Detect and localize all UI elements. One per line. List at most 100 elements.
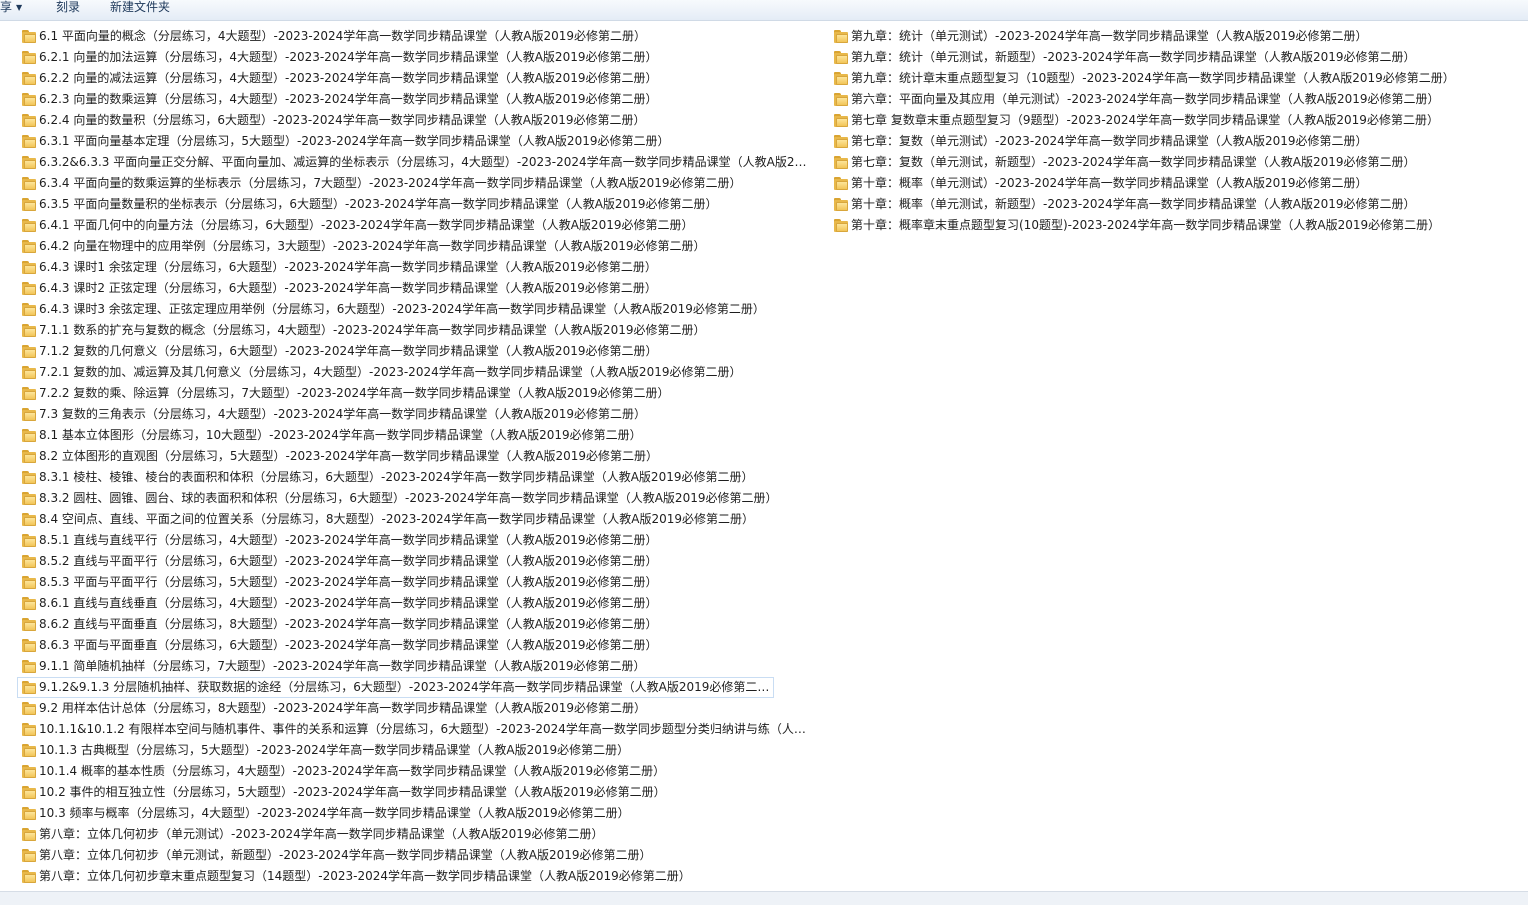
folder-item[interactable]: 第十章：概率（单元测试，新题型）-2023-2024学年高一数学同步精品课堂（人… [829, 194, 1489, 215]
folder-item[interactable]: 8.6.2 直线与平面垂直（分层练习，8大题型）-2023-2024学年高一数学… [17, 614, 812, 635]
folder-icon [834, 93, 848, 106]
folder-name: 8.5.2 直线与平面平行（分层练习，6大题型）-2023-2024学年高一数学… [39, 554, 658, 568]
folder-name: 8.3.2 圆柱、圆锥、圆台、球的表面积和体积（分层练习，6大题型）-2023-… [39, 491, 778, 505]
folder-icon [22, 744, 36, 757]
folder-name: 9.2 用样本估计总体（分层练习，8大题型）-2023-2024学年高一数学同步… [39, 701, 647, 715]
folder-item[interactable]: 7.3 复数的三角表示（分层练习，4大题型）-2023-2024学年高一数学同步… [17, 404, 812, 425]
folder-icon [22, 513, 36, 526]
folder-item[interactable]: 8.1 基本立体图形（分层练习，10大题型）-2023-2024学年高一数学同步… [17, 425, 812, 446]
folder-icon [22, 135, 36, 148]
folder-name: 第九章：统计章末重点题型复习（10题型）-2023-2024学年高一数学同步精品… [851, 71, 1455, 85]
folder-item[interactable]: 8.6.1 直线与直线垂直（分层练习，4大题型）-2023-2024学年高一数学… [17, 593, 812, 614]
folder-item[interactable]: 8.5.1 直线与直线平行（分层练习，4大题型）-2023-2024学年高一数学… [17, 530, 812, 551]
folder-item[interactable]: 第九章：统计（单元测试）-2023-2024学年高一数学同步精品课堂（人教A版2… [829, 26, 1489, 47]
folder-name: 6.2.4 向量的数量积（分层练习，6大题型）-2023-2024学年高一数学同… [39, 113, 646, 127]
folder-item[interactable]: 6.4.1 平面几何中的向量方法（分层练习，6大题型）-2023-2024学年高… [17, 215, 812, 236]
folder-icon [22, 387, 36, 400]
folder-item[interactable]: 8.6.3 平面与平面垂直（分层练习，6大题型）-2023-2024学年高一数学… [17, 635, 812, 656]
folder-item[interactable]: 9.1.2&9.1.3 分层随机抽样、获取数据的途经（分层练习，6大题型）-20… [17, 677, 774, 698]
folder-item[interactable]: 第七章 复数章末重点题型复习（9题型）-2023-2024学年高一数学同步精品课… [829, 110, 1489, 131]
folder-item[interactable]: 6.2.1 向量的加法运算（分层练习，4大题型）-2023-2024学年高一数学… [17, 47, 812, 68]
folder-name: 10.1.1&10.1.2 有限样本空间与随机事件、事件的关系和运算（分层练习，… [39, 722, 811, 736]
folder-item[interactable]: 10.1.3 古典概型（分层练习，5大题型）-2023-2024学年高一数学同步… [17, 740, 812, 761]
folder-name: 6.2.3 向量的数乘运算（分层练习，4大题型）-2023-2024学年高一数学… [39, 92, 658, 106]
folder-icon [834, 198, 848, 211]
folder-name: 6.2.2 向量的减法运算（分层练习，4大题型）-2023-2024学年高一数学… [39, 71, 658, 85]
folder-item[interactable]: 10.1.4 概率的基本性质（分层练习，4大题型）-2023-2024学年高一数… [17, 761, 812, 782]
folder-item[interactable]: 第十章：概率（单元测试）-2023-2024学年高一数学同步精品课堂（人教A版2… [829, 173, 1489, 194]
folder-icon [834, 114, 848, 127]
folder-icon [22, 471, 36, 484]
folder-item[interactable]: 6.2.4 向量的数量积（分层练习，6大题型）-2023-2024学年高一数学同… [17, 110, 812, 131]
folder-item[interactable]: 第七章：复数（单元测试）-2023-2024学年高一数学同步精品课堂（人教A版2… [829, 131, 1489, 152]
folder-name: 9.1.2&9.1.3 分层随机抽样、获取数据的途经（分层练习，6大题型）-20… [39, 680, 773, 694]
folder-item[interactable]: 8.3.2 圆柱、圆锥、圆台、球的表面积和体积（分层练习，6大题型）-2023-… [17, 488, 812, 509]
folder-name: 第八章：立体几何初步章末重点题型复习（14题型）-2023-2024学年高一数学… [39, 869, 691, 883]
folder-icon [22, 114, 36, 127]
folder-icon [22, 450, 36, 463]
folder-item[interactable]: 第八章：立体几何初步（单元测试，新题型）-2023-2024学年高一数学同步精品… [17, 845, 812, 866]
folder-item[interactable]: 8.2 立体图形的直观图（分层练习，5大题型）-2023-2024学年高一数学同… [17, 446, 812, 467]
file-list-column-left: 6.1 平面向量的概念（分层练习，4大题型）-2023-2024学年高一数学同步… [17, 26, 812, 887]
folder-item[interactable]: 第九章：统计章末重点题型复习（10题型）-2023-2024学年高一数学同步精品… [829, 68, 1489, 89]
folder-item[interactable]: 9.1.1 简单随机抽样（分层练习，7大题型）-2023-2024学年高一数学同… [17, 656, 812, 677]
burn-button[interactable]: 刻录 [56, 0, 80, 14]
folder-name: 10.1.4 概率的基本性质（分层练习，4大题型）-2023-2024学年高一数… [39, 764, 666, 778]
folder-item[interactable]: 第十章：概率章末重点题型复习(10题型)-2023-2024学年高一数学同步精品… [829, 215, 1489, 236]
folder-name: 第八章：立体几何初步（单元测试）-2023-2024学年高一数学同步精品课堂（人… [39, 827, 604, 841]
folder-item[interactable]: 9.2 用样本估计总体（分层练习，8大题型）-2023-2024学年高一数学同步… [17, 698, 812, 719]
folder-icon [22, 261, 36, 274]
folder-icon [834, 51, 848, 64]
folder-item[interactable]: 6.3.1 平面向量基本定理（分层练习，5大题型）-2023-2024学年高一数… [17, 131, 812, 152]
folder-item[interactable]: 第六章：平面向量及其应用（单元测试）-2023-2024学年高一数学同步精品课堂… [829, 89, 1489, 110]
folder-item[interactable]: 6.3.5 平面向量数量积的坐标表示（分层练习，6大题型）-2023-2024学… [17, 194, 812, 215]
share-label: 享 [0, 0, 13, 14]
folder-item[interactable]: 6.4.3 课时3 余弦定理、正弦定理应用举例（分层练习，6大题型）-2023-… [17, 299, 812, 320]
folder-icon [22, 198, 36, 211]
folder-name: 8.4 空间点、直线、平面之间的位置关系（分层练习，8大题型）-2023-202… [39, 512, 755, 526]
folder-name: 第七章：复数（单元测试）-2023-2024学年高一数学同步精品课堂（人教A版2… [851, 134, 1368, 148]
folder-item[interactable]: 10.3 频率与概率（分层练习，4大题型）-2023-2024学年高一数学同步精… [17, 803, 812, 824]
folder-icon [22, 828, 36, 841]
folder-item[interactable]: 7.2.1 复数的加、减运算及其几何意义（分层练习，4大题型）-2023-202… [17, 362, 812, 383]
folder-name: 6.4.3 课时3 余弦定理、正弦定理应用举例（分层练习，6大题型）-2023-… [39, 302, 765, 316]
folder-icon [22, 219, 36, 232]
folder-icon [22, 156, 36, 169]
folder-item[interactable]: 第八章：立体几何初步（单元测试）-2023-2024学年高一数学同步精品课堂（人… [17, 824, 812, 845]
folder-item[interactable]: 10.2 事件的相互独立性（分层练习，5大题型）-2023-2024学年高一数学… [17, 782, 812, 803]
folder-item[interactable]: 8.5.3 平面与平面平行（分层练习，5大题型）-2023-2024学年高一数学… [17, 572, 812, 593]
folder-item[interactable]: 6.3.2&6.3.3 平面向量正交分解、平面向量加、减运算的坐标表示（分层练习… [17, 152, 812, 173]
folder-item[interactable]: 10.1.1&10.1.2 有限样本空间与随机事件、事件的关系和运算（分层练习，… [17, 719, 812, 740]
folder-item[interactable]: 7.1.1 数系的扩充与复数的概念（分层练习，4大题型）-2023-2024学年… [17, 320, 812, 341]
folder-name: 第十章：概率（单元测试）-2023-2024学年高一数学同步精品课堂（人教A版2… [851, 176, 1368, 190]
folder-name: 7.2.1 复数的加、减运算及其几何意义（分层练习，4大题型）-2023-202… [39, 365, 742, 379]
window-bottom-border [0, 891, 1528, 905]
folder-item[interactable]: 8.5.2 直线与平面平行（分层练习，6大题型）-2023-2024学年高一数学… [17, 551, 812, 572]
folder-name: 第六章：平面向量及其应用（单元测试）-2023-2024学年高一数学同步精品课堂… [851, 92, 1440, 106]
folder-item[interactable]: 6.4.3 课时1 余弦定理（分层练习，6大题型）-2023-2024学年高一数… [17, 257, 812, 278]
folder-item[interactable]: 7.1.2 复数的几何意义（分层练习，6大题型）-2023-2024学年高一数学… [17, 341, 812, 362]
folder-name: 6.3.2&6.3.3 平面向量正交分解、平面向量加、减运算的坐标表示（分层练习… [39, 155, 811, 169]
folder-item[interactable]: 第七章：复数（单元测试，新题型）-2023-2024学年高一数学同步精品课堂（人… [829, 152, 1489, 173]
folder-item[interactable]: 6.2.3 向量的数乘运算（分层练习，4大题型）-2023-2024学年高一数学… [17, 89, 812, 110]
folder-item[interactable]: 6.2.2 向量的减法运算（分层练习，4大题型）-2023-2024学年高一数学… [17, 68, 812, 89]
folder-item[interactable]: 6.1 平面向量的概念（分层练习，4大题型）-2023-2024学年高一数学同步… [17, 26, 812, 47]
folder-item[interactable]: 第八章：立体几何初步章末重点题型复习（14题型）-2023-2024学年高一数学… [17, 866, 812, 887]
folder-item[interactable]: 6.3.4 平面向量的数乘运算的坐标表示（分层练习，7大题型）-2023-202… [17, 173, 812, 194]
folder-icon [22, 765, 36, 778]
folder-item[interactable]: 6.4.3 课时2 正弦定理（分层练习，6大题型）-2023-2024学年高一数… [17, 278, 812, 299]
folder-name: 8.5.1 直线与直线平行（分层练习，4大题型）-2023-2024学年高一数学… [39, 533, 658, 547]
share-menu-button[interactable]: 享 ▼ [0, 0, 22, 14]
folder-name: 7.1.2 复数的几何意义（分层练习，6大题型）-2023-2024学年高一数学… [39, 344, 658, 358]
folder-name: 第七章：复数（单元测试，新题型）-2023-2024学年高一数学同步精品课堂（人… [851, 155, 1416, 169]
folder-item[interactable]: 第九章：统计（单元测试，新题型）-2023-2024学年高一数学同步精品课堂（人… [829, 47, 1489, 68]
folder-item[interactable]: 8.4 空间点、直线、平面之间的位置关系（分层练习，8大题型）-2023-202… [17, 509, 812, 530]
folder-icon [834, 135, 848, 148]
new-folder-button[interactable]: 新建文件夹 [110, 0, 170, 14]
folder-name: 6.4.1 平面几何中的向量方法（分层练习，6大题型）-2023-2024学年高… [39, 218, 694, 232]
folder-icon [22, 303, 36, 316]
folder-item[interactable]: 8.3.1 棱柱、棱锥、棱台的表面积和体积（分层练习，6大题型）-2023-20… [17, 467, 812, 488]
folder-item[interactable]: 7.2.2 复数的乘、除运算（分层练习，7大题型）-2023-2024学年高一数… [17, 383, 812, 404]
folder-item[interactable]: 6.4.2 向量在物理中的应用举例（分层练习，3大题型）-2023-2024学年… [17, 236, 812, 257]
folder-icon [22, 597, 36, 610]
